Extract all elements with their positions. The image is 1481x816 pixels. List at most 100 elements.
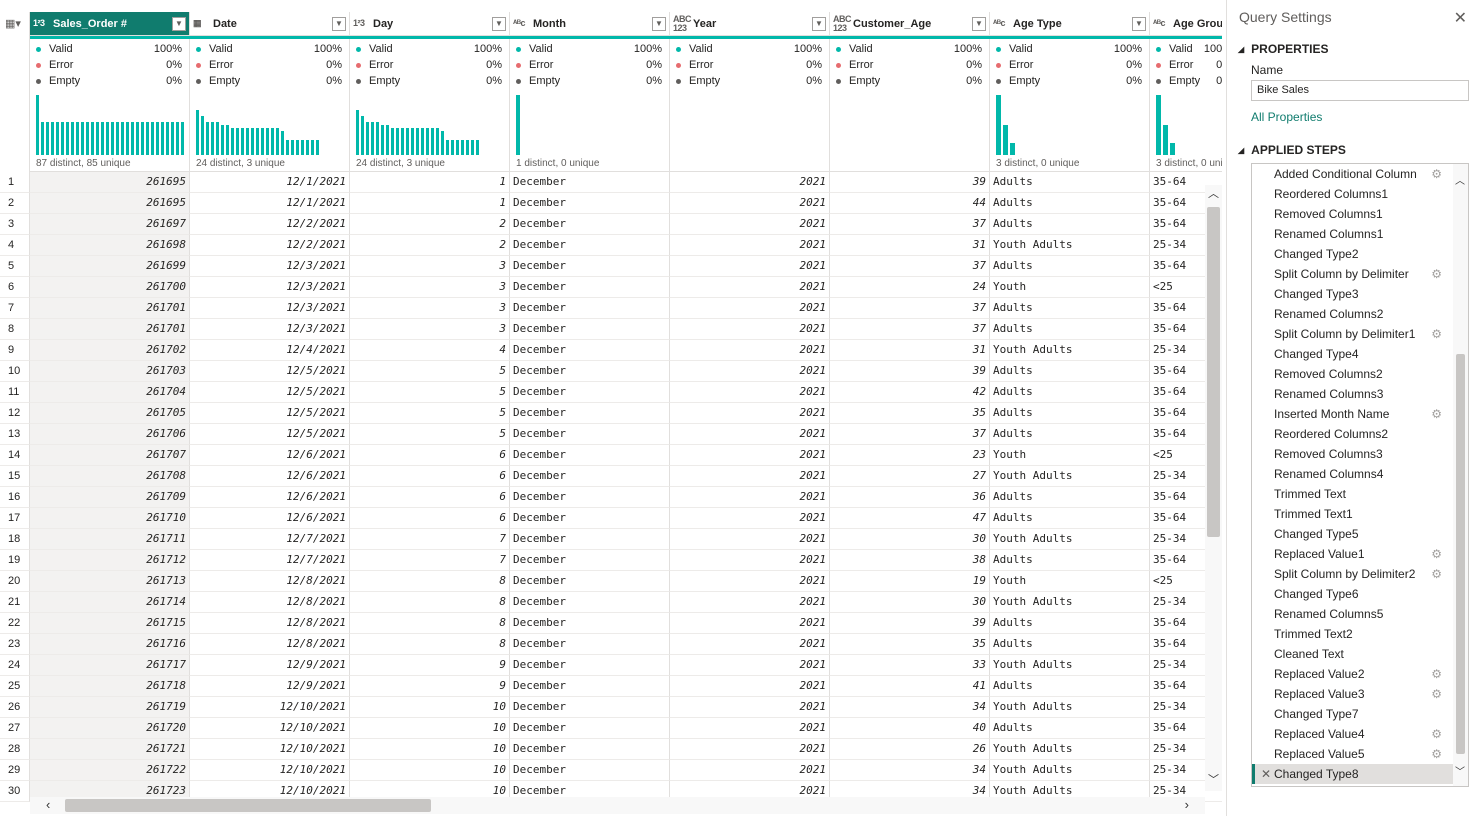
row-number[interactable]: 13: [0, 424, 30, 445]
row-number[interactable]: 5: [0, 256, 30, 277]
applied-step[interactable]: Renamed Columns2: [1252, 304, 1468, 324]
distribution-bar[interactable]: [381, 125, 384, 155]
table-cell[interactable]: 12/3/2021: [190, 256, 350, 277]
filter-dropdown-icon[interactable]: ▼: [972, 16, 986, 31]
table-cell[interactable]: 12/10/2021: [190, 718, 350, 739]
column-header[interactable]: 1²3 Sales_Order # ▼: [30, 12, 190, 36]
table-cell[interactable]: 2021: [670, 340, 830, 361]
table-cell[interactable]: 39: [830, 172, 990, 193]
table-cell[interactable]: 6: [350, 445, 510, 466]
distribution-bar[interactable]: [111, 122, 114, 155]
applied-step[interactable]: Removed Columns1: [1252, 204, 1468, 224]
steps-scrollbar[interactable]: ︿ ﹀: [1453, 164, 1468, 786]
table-cell[interactable]: 12/5/2021: [190, 403, 350, 424]
table-cell[interactable]: 19: [830, 571, 990, 592]
table-cell[interactable]: 2021: [670, 172, 830, 193]
row-number[interactable]: 2: [0, 193, 30, 214]
distribution-bar[interactable]: [136, 122, 139, 155]
distribution-bar[interactable]: [386, 125, 389, 155]
table-cell[interactable]: 2021: [670, 403, 830, 424]
distribution-bar[interactable]: [306, 140, 309, 155]
table-cell[interactable]: 12/5/2021: [190, 424, 350, 445]
distribution-bar[interactable]: [291, 140, 294, 155]
row-number[interactable]: 27: [0, 718, 30, 739]
table-cell[interactable]: 6: [350, 508, 510, 529]
applied-step[interactable]: Reordered Columns2: [1252, 424, 1468, 444]
distribution-bar[interactable]: [471, 140, 474, 155]
table-cell[interactable]: 39: [830, 361, 990, 382]
row-number[interactable]: 29: [0, 760, 30, 781]
table-cell[interactable]: Youth Adults: [990, 340, 1150, 361]
distribution-bar[interactable]: [101, 122, 104, 155]
table-cell[interactable]: December: [510, 424, 670, 445]
table-cell[interactable]: 31: [830, 235, 990, 256]
filter-dropdown-icon[interactable]: ▼: [172, 16, 186, 31]
column-header[interactable]: ABC 123 Customer_Age ▼: [830, 12, 990, 36]
grid-vertical-scrollbar[interactable]: ︿ ﹀: [1205, 185, 1222, 791]
distribution-bar[interactable]: [296, 140, 299, 155]
table-cell[interactable]: 5: [350, 403, 510, 424]
table-cell[interactable]: 2021: [670, 529, 830, 550]
step-settings-gear-icon[interactable]: ⚙: [1431, 724, 1442, 744]
table-cell[interactable]: 261703: [30, 361, 190, 382]
column-header[interactable]: ᴬᴮc Month ▼: [510, 12, 670, 36]
distribution-bar[interactable]: [196, 110, 199, 155]
table-cell[interactable]: 261719: [30, 697, 190, 718]
applied-step[interactable]: Replaced Value5 ⚙: [1252, 744, 1468, 764]
table-cell[interactable]: 12/1/2021: [190, 193, 350, 214]
table-cell[interactable]: 10: [350, 697, 510, 718]
table-cell[interactable]: 12/6/2021: [190, 445, 350, 466]
distribution-bar[interactable]: [401, 128, 404, 155]
distribution-bar[interactable]: [236, 128, 239, 155]
distribution-bar[interactable]: [286, 140, 289, 155]
applied-step[interactable]: ✕ Changed Type8: [1252, 764, 1468, 784]
filter-dropdown-icon[interactable]: ▼: [492, 16, 506, 31]
table-cell[interactable]: 261708: [30, 466, 190, 487]
applied-step[interactable]: Renamed Columns3: [1252, 384, 1468, 404]
table-cell[interactable]: Adults: [990, 214, 1150, 235]
table-cell[interactable]: Youth Adults: [990, 235, 1150, 256]
table-cell[interactable]: 1: [350, 193, 510, 214]
table-cell[interactable]: 2021: [670, 214, 830, 235]
table-cell[interactable]: 261709: [30, 487, 190, 508]
table-cell[interactable]: 2021: [670, 235, 830, 256]
all-properties-link[interactable]: All Properties: [1251, 110, 1322, 124]
table-cell[interactable]: December: [510, 529, 670, 550]
table-cell[interactable]: 3: [350, 298, 510, 319]
distribution-bar[interactable]: [376, 122, 379, 155]
distribution-bar[interactable]: [91, 122, 94, 155]
table-cell[interactable]: December: [510, 340, 670, 361]
column-header[interactable]: ABC 123 Year ▼: [670, 12, 830, 36]
distribution-bar[interactable]: [276, 128, 279, 155]
row-number[interactable]: 14: [0, 445, 30, 466]
table-cell[interactable]: 39: [830, 613, 990, 634]
row-number[interactable]: 21: [0, 592, 30, 613]
table-cell[interactable]: 30: [830, 592, 990, 613]
row-number[interactable]: 15: [0, 466, 30, 487]
table-cell[interactable]: 8: [350, 634, 510, 655]
applied-step[interactable]: Changed Type2: [1252, 244, 1468, 264]
table-cell[interactable]: 5: [350, 382, 510, 403]
table-cell[interactable]: 2021: [670, 319, 830, 340]
distribution-bar[interactable]: [316, 140, 319, 155]
applied-step[interactable]: Replaced Value2 ⚙: [1252, 664, 1468, 684]
distribution-bar[interactable]: [201, 116, 204, 155]
table-cell[interactable]: 12/3/2021: [190, 277, 350, 298]
table-cell[interactable]: 37: [830, 298, 990, 319]
table-cell[interactable]: 261718: [30, 676, 190, 697]
distribution-bar[interactable]: [256, 128, 259, 155]
table-cell[interactable]: 261711: [30, 529, 190, 550]
distribution-bar[interactable]: [456, 140, 459, 155]
table-cell[interactable]: 2021: [670, 550, 830, 571]
filter-dropdown-icon[interactable]: ▼: [812, 16, 826, 31]
table-cell[interactable]: 261722: [30, 760, 190, 781]
table-cell[interactable]: Youth: [990, 277, 1150, 298]
step-settings-gear-icon[interactable]: ⚙: [1431, 744, 1442, 764]
distribution-bar[interactable]: [131, 122, 134, 155]
applied-step[interactable]: Reordered Columns1: [1252, 184, 1468, 204]
table-cell[interactable]: December: [510, 613, 670, 634]
table-cell[interactable]: 41: [830, 676, 990, 697]
query-name-input[interactable]: Bike Sales: [1251, 80, 1469, 101]
table-cell[interactable]: Adults: [990, 508, 1150, 529]
grid-horizontal-scrollbar[interactable]: ‹ ›: [30, 797, 1205, 814]
